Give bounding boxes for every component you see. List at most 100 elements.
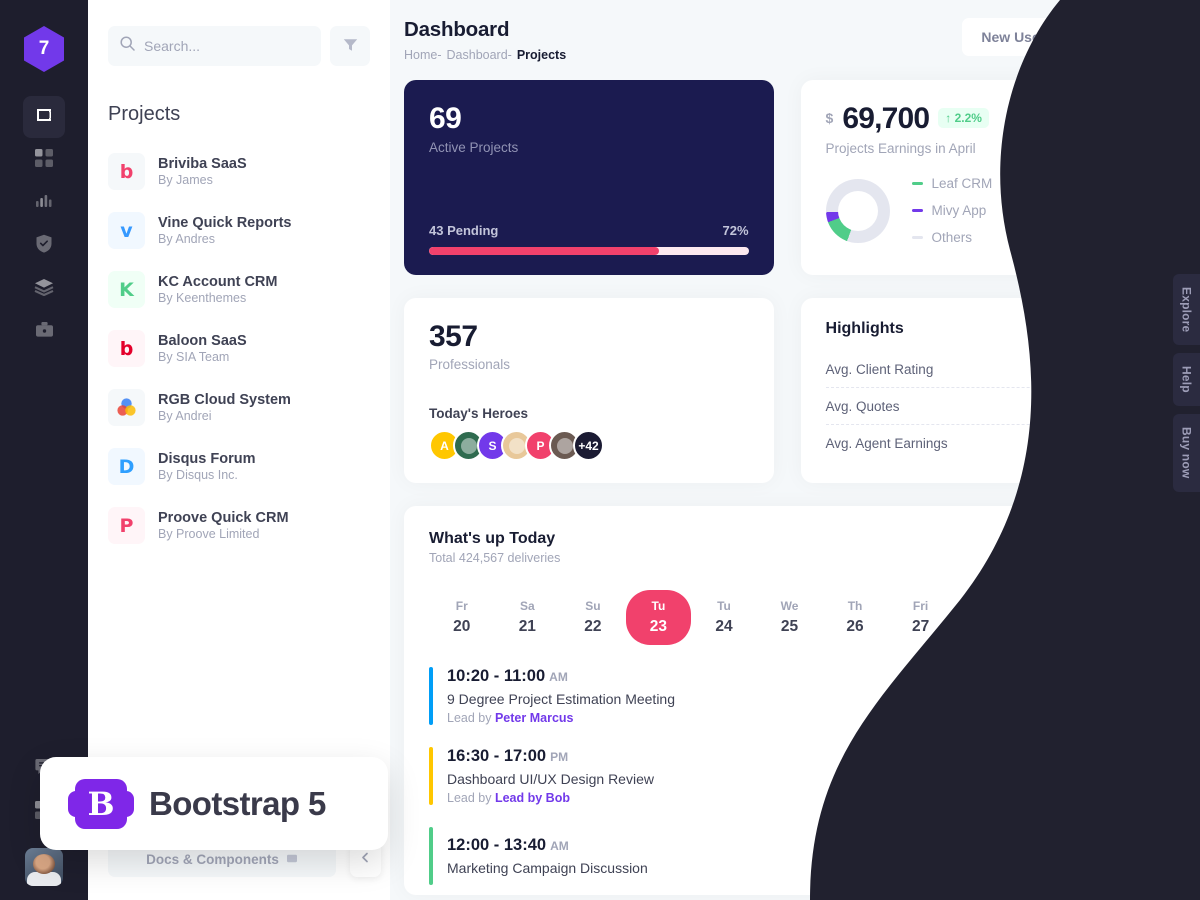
rail-item-briefcase[interactable] xyxy=(23,311,65,353)
search-input[interactable] xyxy=(144,38,309,54)
earnings-subtitle: Projects Earnings in April xyxy=(825,141,976,156)
professionals-card: 357 Professionals Today's Heroes A S P +42 xyxy=(404,298,774,483)
day-number: 24 xyxy=(715,618,733,635)
project-text: Baloon SaaS By SIA Team xyxy=(158,333,247,364)
day-cell[interactable]: Tu 24 xyxy=(691,590,757,645)
project-text: RGB Cloud System By Andrei xyxy=(158,392,291,423)
event-view-button[interactable]: View xyxy=(1082,839,1150,873)
day-cell[interactable]: Su 22 xyxy=(560,590,626,645)
project-text: KC Account CRM By Keenthemes xyxy=(158,274,277,305)
day-cell[interactable]: Fri 27 xyxy=(888,590,954,645)
event-lead-name[interactable]: Lead by Bob xyxy=(495,791,570,805)
top-bar: Dashboard Home- Dashboard- Projects New Us… xyxy=(390,0,1200,62)
top-actions: New User New Goal xyxy=(962,18,1175,56)
vertical-tabs: Explore Help Buy now xyxy=(1173,274,1200,492)
project-list-item[interactable]: K KC Account CRM By Keenthemes xyxy=(108,260,370,319)
event-color-bar xyxy=(429,827,433,885)
project-list-item[interactable]: RGB Cloud System By Andrei xyxy=(108,378,370,437)
report-center-button[interactable]: Report Cecnter xyxy=(1026,530,1150,563)
rail-item-security[interactable] xyxy=(23,225,65,267)
day-cell[interactable]: Sa 21 xyxy=(495,590,561,645)
app-logo-text: 7 xyxy=(38,38,50,59)
project-logo-icon: K xyxy=(108,271,145,308)
highlight-value-group: ↙ 730 xyxy=(1107,398,1150,415)
search-box[interactable] xyxy=(108,26,321,66)
day-number: 25 xyxy=(780,618,799,635)
day-cell[interactable]: Th 26 xyxy=(822,590,888,645)
breadcrumb: Home- Dashboard- Projects xyxy=(404,48,566,62)
project-name: Vine Quick Reports xyxy=(158,215,292,231)
hero-avatar[interactable]: +42 xyxy=(573,430,604,461)
whats-up-card: What's up Today Total 424,567 deliveries… xyxy=(404,506,1175,895)
event-meridiem: AM xyxy=(549,670,568,684)
day-of-week: Su xyxy=(585,599,601,613)
breadcrumb-item[interactable]: Home- xyxy=(404,48,442,62)
new-user-button[interactable]: New User xyxy=(962,18,1065,56)
event-lead: Lead by Peter Marcus xyxy=(447,711,574,725)
event-view-button[interactable]: View xyxy=(1082,759,1150,793)
highlight-row: Avg. Agent Earnings ↗ $2,309 xyxy=(826,425,1150,462)
project-logo-icon: D xyxy=(108,448,145,485)
project-author: By Disqus Inc. xyxy=(158,468,238,482)
bootstrap-promo-badge[interactable]: B Bootstrap 5 xyxy=(40,757,388,850)
day-cell[interactable]: Mo 30 xyxy=(1084,590,1150,645)
day-cell[interactable]: Fr 20 xyxy=(429,590,495,645)
progress-fill xyxy=(429,247,660,255)
vertical-tab[interactable]: Buy now xyxy=(1173,414,1200,492)
event-lead: Lead by Lead by Bob xyxy=(447,791,570,805)
day-cell[interactable]: Su 29 xyxy=(1019,590,1085,645)
shield-check-icon xyxy=(35,234,53,258)
box-icon xyxy=(34,105,54,130)
event-lead-name[interactable]: Peter Marcus xyxy=(495,711,574,725)
highlights-card: Highlights Avg. Client Rating ↗ 7.8/10 Avg.… xyxy=(800,298,1175,483)
cards-row-2: 357 Professionals Today's Heroes A S P +42 … xyxy=(404,298,1175,483)
breadcrumb-item[interactable]: Projects xyxy=(517,48,566,62)
briefcase-icon xyxy=(35,321,54,344)
cards-grid: 69 Active Projects 43 Pending 72% $ 69,7… xyxy=(390,62,1200,895)
active-projects-card: 69 Active Projects 43 Pending 72% xyxy=(404,80,774,275)
whats-up-subtitle: Total 424,567 deliveries xyxy=(429,551,561,565)
vertical-tab[interactable]: Explore xyxy=(1173,274,1200,346)
day-number: 29 xyxy=(1043,618,1061,635)
filter-button[interactable] xyxy=(330,26,370,66)
day-cell[interactable]: Sa 28 xyxy=(953,590,1019,645)
event-name: 9 Degree Project Estimation Meeting xyxy=(447,691,675,707)
user-avatar[interactable] xyxy=(25,848,63,886)
legend-color-swatch xyxy=(911,236,923,239)
highlight-row: Avg. Client Rating ↗ 7.8/10 xyxy=(825,351,1150,388)
highlight-row: Avg. Quotes ↙ 730 xyxy=(825,388,1150,425)
page-title: Dashboard xyxy=(404,18,510,41)
day-cell[interactable]: We 25 xyxy=(757,590,823,645)
arrow-up-icon: ↗ xyxy=(1087,435,1100,451)
legend-row: Leaf CRM $7,660 xyxy=(911,176,1150,191)
whats-up-title: What's up Today xyxy=(429,530,556,547)
highlights-rows: Avg. Client Rating ↗ 7.8/10 Avg. Quotes ↙ 730… xyxy=(825,351,1150,462)
event-row: 16:30 - 17:00 PM Dashboard UI/UX Design Re… xyxy=(429,747,1150,805)
earnings-amount: 69,700 xyxy=(842,102,930,135)
app-logo[interactable]: 7 xyxy=(24,26,64,72)
bootstrap-logo-letter: B xyxy=(87,784,115,823)
breadcrumb-item[interactable]: Dashboard- xyxy=(447,48,512,62)
rail-item-grid[interactable] xyxy=(23,139,65,181)
project-list-item[interactable]: P Proove Quick CRM By Proove Limited xyxy=(108,496,370,555)
vertical-tab[interactable]: Help xyxy=(1173,353,1200,407)
rail-item-charts[interactable] xyxy=(23,182,65,224)
rail-item-layers[interactable] xyxy=(23,268,65,310)
project-list-item[interactable]: D Disqus Forum By Disqus Inc. xyxy=(108,437,370,496)
project-list-item[interactable]: b Briviba SaaS By James xyxy=(108,142,370,201)
pending-label: 43 Pending xyxy=(429,223,499,238)
project-author: By Proove Limited xyxy=(158,527,260,541)
rail-item-box[interactable] xyxy=(23,96,65,138)
day-of-week: Fri xyxy=(912,599,929,613)
new-goal-button[interactable]: New Goal xyxy=(1073,18,1175,56)
project-list-item[interactable]: b Baloon SaaS By SIA Team xyxy=(108,319,370,378)
earnings-legend: Leaf CRM $7,660 Mivy App $2,820 Others $45,25… xyxy=(911,176,1150,245)
day-of-week: We xyxy=(780,599,799,613)
highlight-value-group: ↗ 7.8/10 xyxy=(1093,361,1150,378)
highlight-label: Avg. Client Rating xyxy=(825,361,934,377)
event-view-button[interactable]: View xyxy=(1082,679,1150,713)
day-cell-selected[interactable]: Tu 23 xyxy=(625,590,692,645)
event-color-bar xyxy=(429,667,433,725)
project-list-item[interactable]: v Vine Quick Reports By Andres xyxy=(108,201,370,260)
highlight-value: $2,309 xyxy=(1107,435,1150,452)
